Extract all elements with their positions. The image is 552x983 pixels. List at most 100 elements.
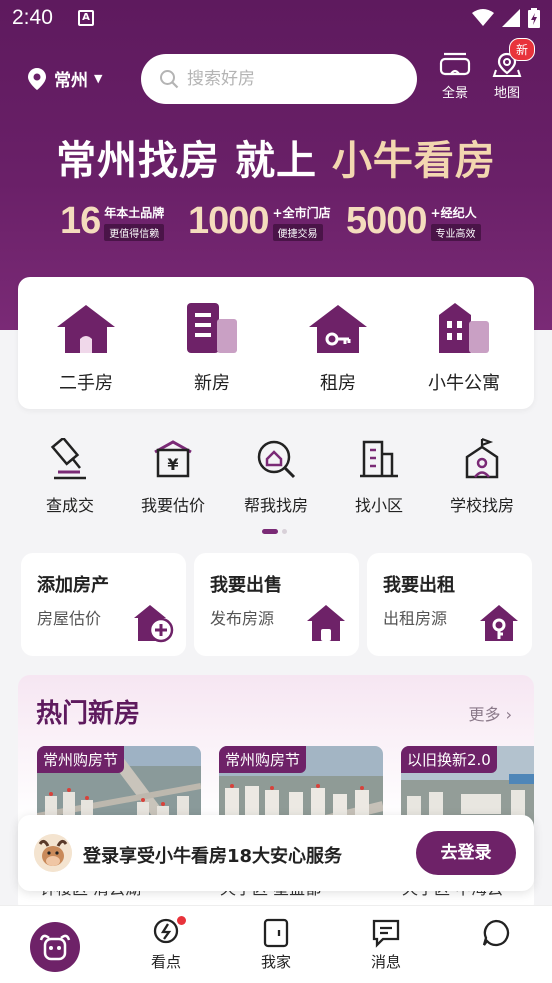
circle-chat-icon [482,919,510,947]
gavel-icon [50,438,86,480]
house-key-icon [309,305,367,353]
map-label: 地图 [493,86,520,101]
panorama-button[interactable]: 全景 [432,52,478,101]
unread-dot [177,916,186,925]
battery-icon [528,8,540,28]
page-dot [282,529,287,534]
section-title: 热门新房 [36,699,141,729]
action-subtitle: 出租房源 [383,609,448,628]
chevron-down-icon: ▼ [94,72,103,85]
community-icon [360,440,398,478]
category-apartment[interactable]: 小牛公寓 [404,299,524,395]
login-prompt: 登录享受小牛看房18大安心服务 去登录 [18,815,534,891]
city-name: 常州 [54,71,88,91]
apartment-icon [439,303,489,353]
tab-label: 消息 [370,953,401,971]
login-message: 登录享受小牛看房18大安心服务 [83,846,343,867]
house-key-icon [480,605,518,641]
promo-tag: 常州购房节 [219,746,307,773]
city-selector[interactable]: 常州 ▼ [28,66,102,91]
add-property-card[interactable]: 添加房产 房屋估价 [21,553,186,656]
status-time: 2:40 [12,6,53,29]
house-door-icon [57,305,115,353]
tab-label: 我家 [260,953,291,971]
tool-label: 找小区 [354,496,403,515]
home-frame-icon [263,918,289,948]
wifi-icon [472,9,494,26]
search-house-icon [257,440,296,479]
action-subtitle: 房屋估价 [37,609,102,628]
more-link[interactable]: 更多 › [468,701,512,725]
tab-label: 看点 [150,953,181,971]
brand-stats: 16 年本土品牌更值得信赖 1000 +全市门店便捷交易 5000 +经纪人专业… [60,200,500,242]
slogan-left: 常州找房 就上 [56,138,317,184]
tool-valuation[interactable]: ¥ 我要估价 [123,436,223,516]
tool-find-home[interactable]: 帮我找房 [226,436,326,516]
signal-icon [502,9,520,27]
mascot-icon [34,834,72,872]
slogan: 常州找房 就上 小牛看房 [0,128,552,186]
sell-card[interactable]: 我要出售 发布房源 [194,553,359,656]
stat-item: 1000 +全市门店便捷交易 [188,200,331,242]
house-sell-icon [307,605,345,641]
mascot-logo-icon [39,934,71,961]
new-badge: 新 [509,38,536,61]
action-subtitle: 发布房源 [210,609,275,628]
category-label: 租房 [320,373,356,394]
notification-icon: A [78,10,94,26]
category-new-home[interactable]: 新房 [152,299,272,395]
category-label: 小牛公寓 [428,373,500,394]
stat-number: 5000 [346,200,428,242]
vr-headset-icon [439,52,471,76]
tool-label: 查成交 [45,496,94,515]
tab-highlights[interactable]: 看点 [136,918,196,972]
tab-messages[interactable]: 消息 [356,918,416,972]
stat-number: 16 [60,200,101,242]
search-input[interactable] [187,69,387,89]
tool-label: 帮我找房 [243,496,308,515]
chat-icon [372,919,400,948]
search-bar[interactable] [141,54,417,104]
tool-community[interactable]: 找小区 [329,436,429,516]
tool-label: 学校找房 [449,496,514,515]
login-button[interactable]: 去登录 [416,831,516,875]
search-icon [160,70,179,89]
home-tab[interactable] [30,922,80,972]
bottom-nav: 看点 我家 消息 [0,905,552,983]
price-house-icon: ¥ [154,440,192,478]
stat-item: 5000 +经纪人专业高效 [346,200,481,242]
top-bar: 常州 ▼ 全景 地图 [0,52,552,108]
status-bar: 2:40 A [0,0,552,40]
tool-school[interactable]: 学校找房 [432,436,532,516]
panorama-label: 全景 [441,86,468,101]
mascot-avatar [34,834,72,872]
stat-tag: 专业高效 [430,224,481,241]
promo-tag: 以旧换新2.0 [401,746,497,773]
stat-number: 1000 [188,200,270,242]
tab-my-home[interactable]: 我家 [246,918,306,972]
category-label: 新房 [194,373,230,394]
stat-tag: 便捷交易 [272,224,323,241]
stat-label: 年本土品牌 [104,206,165,220]
stat-label: +全市门店 [272,206,331,220]
school-icon [465,437,499,479]
tab-profile[interactable] [466,918,526,951]
location-pin-icon [28,67,46,90]
page-indicator [262,529,287,534]
chevron-right-icon: › [505,705,512,724]
more-label: 更多 [468,705,501,724]
category-second-hand[interactable]: 二手房 [26,299,146,395]
slogan-right: 小牛看房 [331,138,496,184]
stat-item: 16 年本土品牌更值得信赖 [60,200,164,242]
stat-label: +经纪人 [430,206,477,220]
rent-out-card[interactable]: 我要出租 出租房源 [367,553,532,656]
category-rent[interactable]: 租房 [278,299,398,395]
page-dot-active [262,529,278,534]
stat-tag: 更值得信赖 [104,224,165,241]
system-icons [472,8,540,28]
tool-label: 我要估价 [140,496,205,515]
tool-transactions[interactable]: 查成交 [20,436,120,516]
action-title: 添加房产 [37,575,109,596]
category-label: 二手房 [59,373,113,394]
building-icon [187,303,237,353]
